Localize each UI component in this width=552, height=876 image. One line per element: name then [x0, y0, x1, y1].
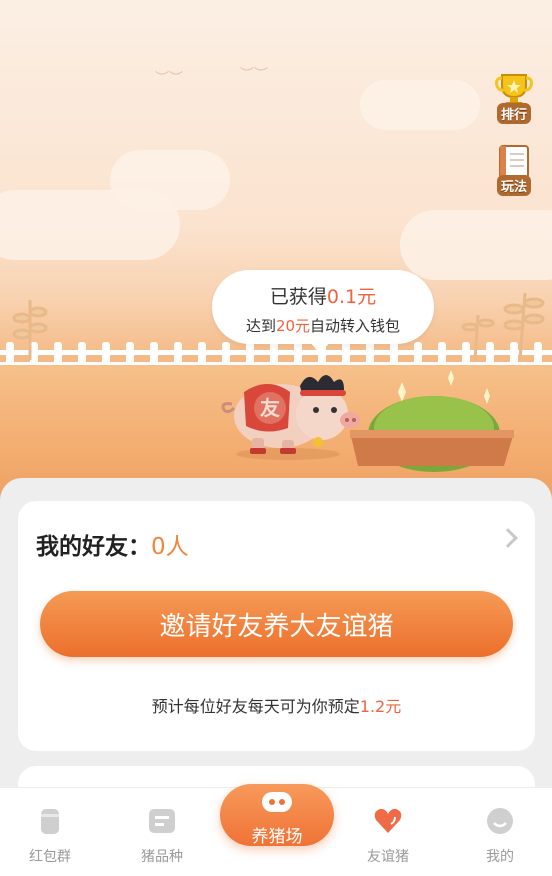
chevron-right-icon[interactable]: [498, 528, 518, 548]
cloud: [400, 210, 552, 280]
tab-label: 猪品种: [141, 849, 183, 865]
card-icon: [149, 809, 175, 833]
tab-mine[interactable]: 我的: [455, 806, 545, 866]
cloud: [110, 150, 230, 210]
tab-red-packet-group[interactable]: 红包群: [5, 806, 95, 866]
tab-pig-breeds[interactable]: 猪品种: [117, 806, 207, 866]
earnings-bubble: 已获得0.1元 达到20元自动转入钱包: [212, 270, 434, 354]
food-trough[interactable]: [348, 368, 516, 472]
cup-icon: [41, 809, 59, 834]
heart-icon: [374, 808, 402, 833]
tab-label: 友谊猪: [367, 849, 409, 865]
friends-count: 0人: [151, 534, 189, 560]
goal-suffix: 自动转入钱包: [310, 317, 401, 335]
goal-prefix: 达到: [245, 317, 276, 335]
friends-row[interactable]: 我的好友：0人: [36, 527, 189, 561]
goal-line: 达到20元自动转入钱包: [212, 315, 434, 336]
tab-label: 养猪场: [251, 827, 303, 847]
pig-icon[interactable]: 友: [218, 362, 368, 462]
wheat-icon: [12, 300, 48, 360]
invite-friends-button[interactable]: 邀请好友养大友谊猪: [40, 591, 513, 657]
tab-label: 红包群: [29, 849, 71, 865]
farm-scene: ︶︶ ︶︶ 排行 玩法 已获得0.1元 达到20元自动转入钱包 友: [0, 0, 552, 500]
tab-label: 我的: [486, 849, 514, 865]
ranking-button[interactable]: 排行: [490, 66, 538, 124]
ranking-label: 排行: [496, 103, 531, 124]
estimate-value: 1.2元: [359, 697, 402, 716]
earned-value: 0.1元: [326, 286, 377, 308]
earned-prefix: 已获得: [269, 286, 327, 308]
smile-icon: [487, 808, 513, 834]
friends-label: 我的好友：: [36, 534, 151, 560]
estimate-text: 预计每位好友每天可为你预定1.2元: [18, 693, 535, 717]
pig-badge: 友: [260, 396, 280, 420]
bird-icon: ︶︶: [155, 71, 183, 87]
friends-panel: 我的好友：0人 邀请好友养大友谊猪 预计每位好友每天可为你预定1.2元: [18, 501, 535, 751]
estimate-label: 预计每位好友每天可为你预定: [151, 697, 360, 716]
bird-icon: ︶︶: [240, 67, 268, 83]
goal-value: 20元: [275, 317, 311, 335]
earned-line: 已获得0.1元: [212, 282, 434, 309]
tab-friendship-pig[interactable]: 友谊猪: [343, 806, 433, 866]
rules-label: 玩法: [496, 175, 531, 196]
pig-face-icon: [262, 792, 292, 812]
tab-pig-farm[interactable]: 养猪场: [220, 784, 334, 847]
wheat-icon: [461, 292, 545, 360]
cloud: [360, 80, 480, 130]
rules-button[interactable]: 玩法: [490, 138, 538, 196]
